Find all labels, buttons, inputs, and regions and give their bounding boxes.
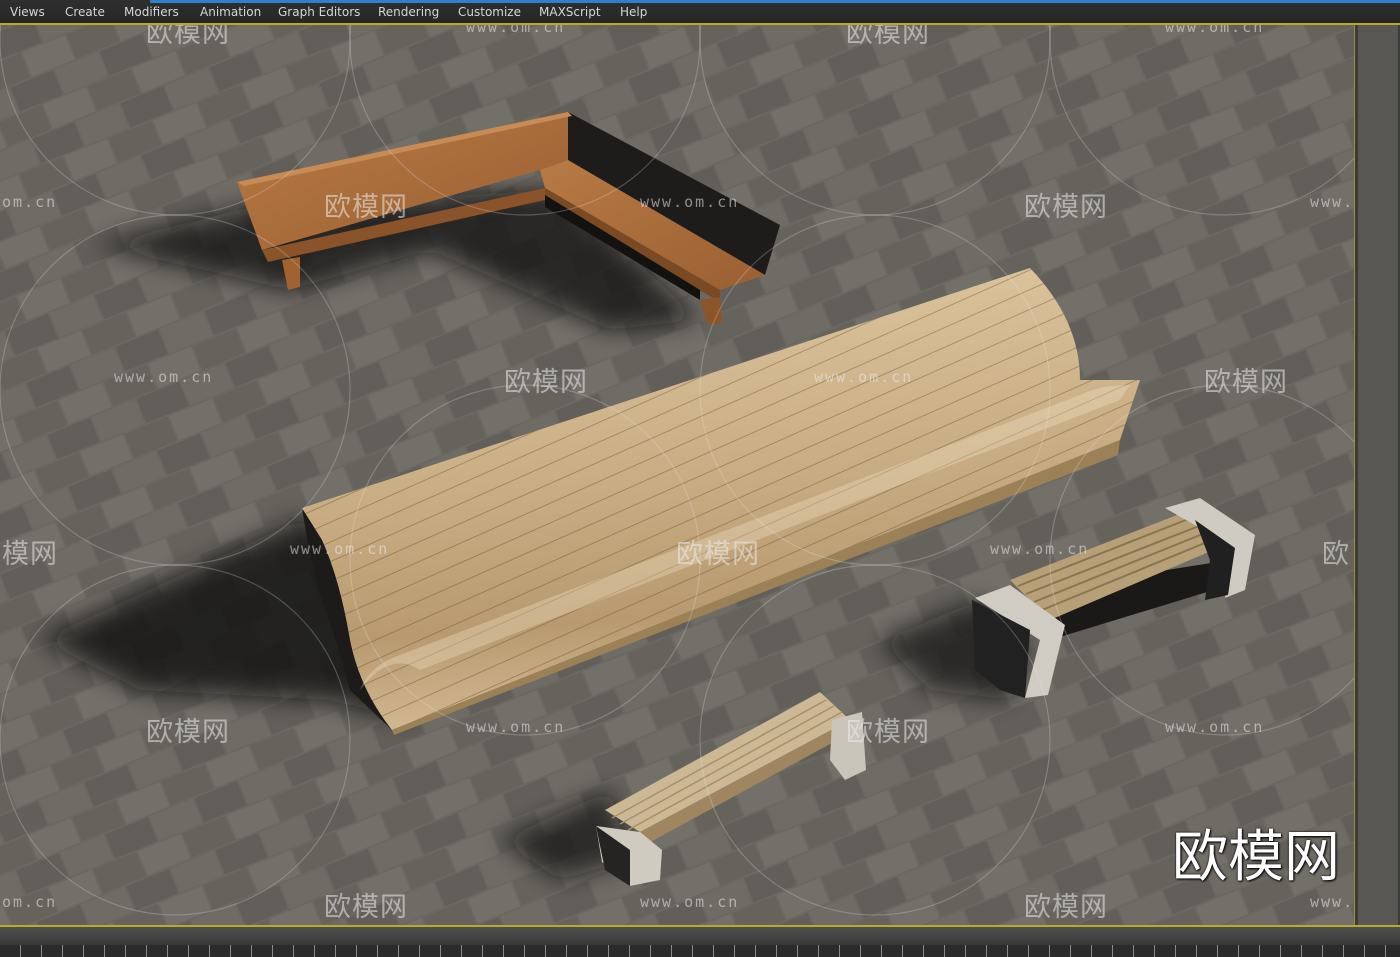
menu-help[interactable]: Help xyxy=(620,5,647,19)
perspective-viewport[interactable]: 欧模网 www.om.cn 欧模网 www.om.cn om.cn 欧模网 ww… xyxy=(0,25,1354,925)
menu-bar: Views Create Modifiers Animation Graph E… xyxy=(0,0,1400,25)
menu-animation[interactable]: Animation xyxy=(200,5,261,19)
watermark-logo-large: 欧模网 xyxy=(1172,825,1340,890)
menu-rendering[interactable]: Rendering xyxy=(378,5,439,19)
command-panel-edge[interactable] xyxy=(1354,25,1400,925)
menu-customize[interactable]: Customize xyxy=(458,5,521,19)
menu-maxscript[interactable]: MAXScript xyxy=(539,5,601,19)
scene-render xyxy=(0,25,1354,925)
title-accent-stripe xyxy=(150,0,1400,3)
time-slider-bar[interactable] xyxy=(0,925,1400,957)
timeline-ticks[interactable] xyxy=(0,945,1400,957)
command-panel-inner xyxy=(1358,25,1398,925)
menu-graph-editors[interactable]: Graph Editors xyxy=(278,5,360,19)
menu-create[interactable]: Create xyxy=(65,5,105,19)
menu-modifiers[interactable]: Modifiers xyxy=(124,5,179,19)
menu-views[interactable]: Views xyxy=(10,5,45,19)
